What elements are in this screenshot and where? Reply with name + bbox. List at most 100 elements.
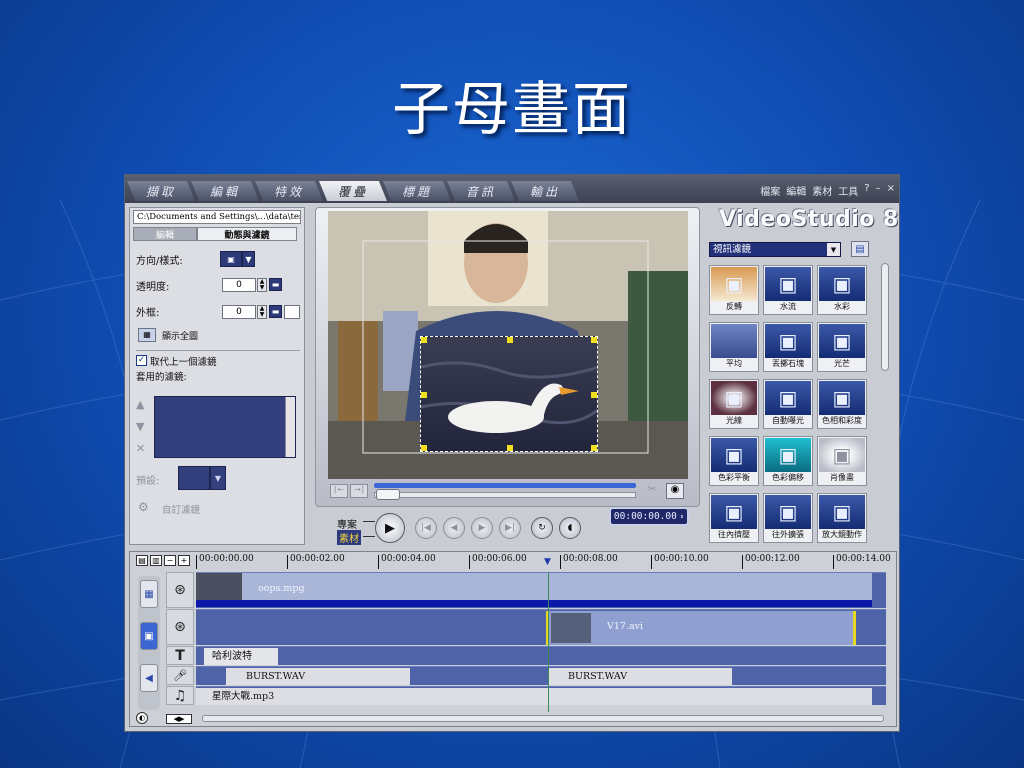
preset-dropdown[interactable]: ▼	[210, 466, 226, 490]
move-up-icon[interactable]: ▲	[136, 398, 144, 411]
filter-bulge[interactable]: ▣ 往外擴張	[763, 493, 813, 543]
filter-portrait[interactable]: ▣ 肖像畫	[817, 436, 867, 486]
border-field[interactable]: 0	[222, 305, 256, 319]
filter-watercolor[interactable]: ▣ 水彩	[817, 265, 867, 315]
home-button[interactable]: |◀	[415, 517, 437, 539]
volume-button[interactable]: ◖	[559, 517, 581, 539]
show-all-icon[interactable]: ▦	[138, 328, 156, 342]
music-track[interactable]: 星際大戰.mp3	[196, 686, 886, 705]
step-overlay[interactable]: 覆疊	[319, 181, 387, 201]
scrubber-track[interactable]	[374, 492, 636, 498]
resize-handle[interactable]	[507, 445, 513, 451]
cut-icon[interactable]: ✂	[642, 484, 662, 498]
category-dropdown[interactable]: ▼	[827, 243, 840, 256]
filter-auto-exposure[interactable]: ▣ 自動曝光	[763, 379, 813, 429]
filter-hue-saturation[interactable]: ▣ 色相和彩度	[817, 379, 867, 429]
trim-bar[interactable]	[374, 483, 636, 488]
overlay-track-button[interactable]: ▣	[140, 622, 158, 650]
replace-filter-checkbox[interactable]: ✓	[136, 355, 147, 366]
filter-average[interactable]: ▣平均	[709, 322, 759, 372]
remove-filter-icon[interactable]: ✕	[136, 442, 145, 455]
playhead-line[interactable]	[548, 572, 549, 712]
opacity-keyframe-button[interactable]: ▬	[269, 278, 282, 291]
resize-handle[interactable]	[591, 445, 597, 451]
timeline-scrollbar[interactable]	[202, 715, 884, 722]
filter-water-flow[interactable]: ▣ 水流	[763, 265, 813, 315]
scroll-arrows-icon[interactable]: ◀▶	[166, 714, 192, 724]
resize-handle[interactable]	[421, 445, 427, 451]
move-down-icon[interactable]: ▼	[136, 420, 144, 433]
title-clip[interactable]: 哈利波特	[204, 648, 278, 665]
filter-lighting[interactable]: ▣ 光線	[709, 379, 759, 429]
filter-color-balance[interactable]: ▣ 色彩平衡	[709, 436, 759, 486]
zoom-out-icon[interactable]: −	[164, 555, 176, 566]
filter-pinch[interactable]: ▣ 往內擠壓	[709, 493, 759, 543]
direction-dropdown[interactable]: ▼	[242, 251, 255, 267]
snapshot-icon[interactable]: ◉	[666, 483, 684, 499]
library-category-select[interactable]: 視訊濾鏡	[709, 242, 841, 257]
overlay-clip-preview[interactable]	[420, 336, 598, 452]
next-frame-button[interactable]: ▶	[471, 517, 493, 539]
menu-clip[interactable]: 素材	[812, 183, 832, 198]
playhead-marker-icon[interactable]: ▼	[544, 557, 551, 567]
border-color-swatch[interactable]	[284, 305, 300, 319]
close-button[interactable]: ×	[887, 183, 895, 198]
timecode-display[interactable]: 00:00:00.00 ⬍	[609, 507, 689, 526]
timeline-view-icon[interactable]: ▥	[150, 555, 162, 566]
video-track-button[interactable]: ▦	[140, 580, 158, 608]
step-capture[interactable]: 擷取	[127, 181, 195, 201]
tab-motion-filter[interactable]: 動態與濾鏡	[197, 227, 297, 241]
play-button[interactable]: ▶	[375, 513, 405, 543]
overlay-clip[interactable]: V17.avi	[546, 611, 856, 645]
resize-handle[interactable]	[507, 337, 513, 343]
overlay-track[interactable]: V17.avi	[196, 609, 886, 645]
filter-zoom-motion[interactable]: ▣ 放大鏡動作	[817, 493, 867, 543]
repeat-button[interactable]: ↻	[531, 517, 553, 539]
music-clip[interactable]: 星際大戰.mp3	[196, 688, 872, 705]
voice-clip[interactable]: BURST.WAV	[226, 668, 410, 685]
preset-select[interactable]	[178, 466, 210, 490]
preview-screen[interactable]	[328, 211, 688, 479]
clip-mode-label[interactable]: 素材	[337, 530, 361, 545]
voice-clip[interactable]: BURST.WAV	[548, 668, 732, 685]
step-share[interactable]: 輸出	[511, 181, 579, 201]
zoom-in-icon[interactable]: +	[178, 555, 190, 566]
resize-handle[interactable]	[421, 392, 427, 398]
storyboard-view-icon[interactable]: ▤	[136, 555, 148, 566]
opacity-spinner[interactable]: ▲ ▼	[257, 278, 267, 292]
border-spinner[interactable]: ▲ ▼	[257, 305, 267, 319]
timeline-ruler[interactable]: 00:00:00.00 00:00:02.00 00:00:04.00 00:0…	[196, 552, 891, 572]
mark-out-icon[interactable]: →]	[350, 484, 368, 498]
mark-in-icon[interactable]: [←	[330, 484, 348, 498]
step-audio[interactable]: 音訊	[447, 181, 515, 201]
scrubber-handle[interactable]	[376, 489, 400, 500]
audio-track-button[interactable]: ◀	[140, 664, 158, 692]
library-scrollbar[interactable]	[881, 263, 889, 371]
custom-filter-icon[interactable]: ⚙	[138, 500, 156, 516]
resize-handle[interactable]	[591, 392, 597, 398]
filter-rock[interactable]: ▣ 丟擲石塊	[763, 322, 813, 372]
end-button[interactable]: ▶|	[499, 517, 521, 539]
menu-edit[interactable]: 編輯	[786, 183, 806, 198]
voice-track[interactable]: BURST.WAV BURST.WAV	[196, 666, 886, 685]
filter-invert[interactable]: ▣ 反轉	[709, 265, 759, 315]
video-clip[interactable]: oops.mpg	[196, 573, 872, 607]
step-title[interactable]: 標題	[383, 181, 451, 201]
help-button[interactable]: ?	[864, 183, 869, 198]
timeline-settings-icon[interactable]: ◐	[136, 712, 148, 724]
menu-tools[interactable]: 工具	[838, 183, 858, 198]
filter-rays[interactable]: ▣ 光芒	[817, 322, 867, 372]
tab-edit[interactable]: 編輯	[133, 227, 197, 241]
timecode-spinner-icon[interactable]: ⬍	[680, 513, 684, 521]
title-track[interactable]: 哈利波特	[196, 646, 886, 665]
prev-frame-button[interactable]: ◀	[443, 517, 465, 539]
filter-color-shift[interactable]: ▣ 色彩偏移	[763, 436, 813, 486]
resize-handle[interactable]	[421, 337, 427, 343]
minimize-button[interactable]: –	[876, 183, 881, 198]
filters-list-scrollbar[interactable]	[285, 397, 295, 457]
project-mode-label[interactable]: 專案	[337, 516, 357, 531]
resize-handle[interactable]	[591, 337, 597, 343]
library-options-button[interactable]: ▤	[851, 241, 869, 257]
video-track[interactable]: oops.mpg	[196, 572, 886, 608]
menu-file[interactable]: 檔案	[760, 183, 780, 198]
